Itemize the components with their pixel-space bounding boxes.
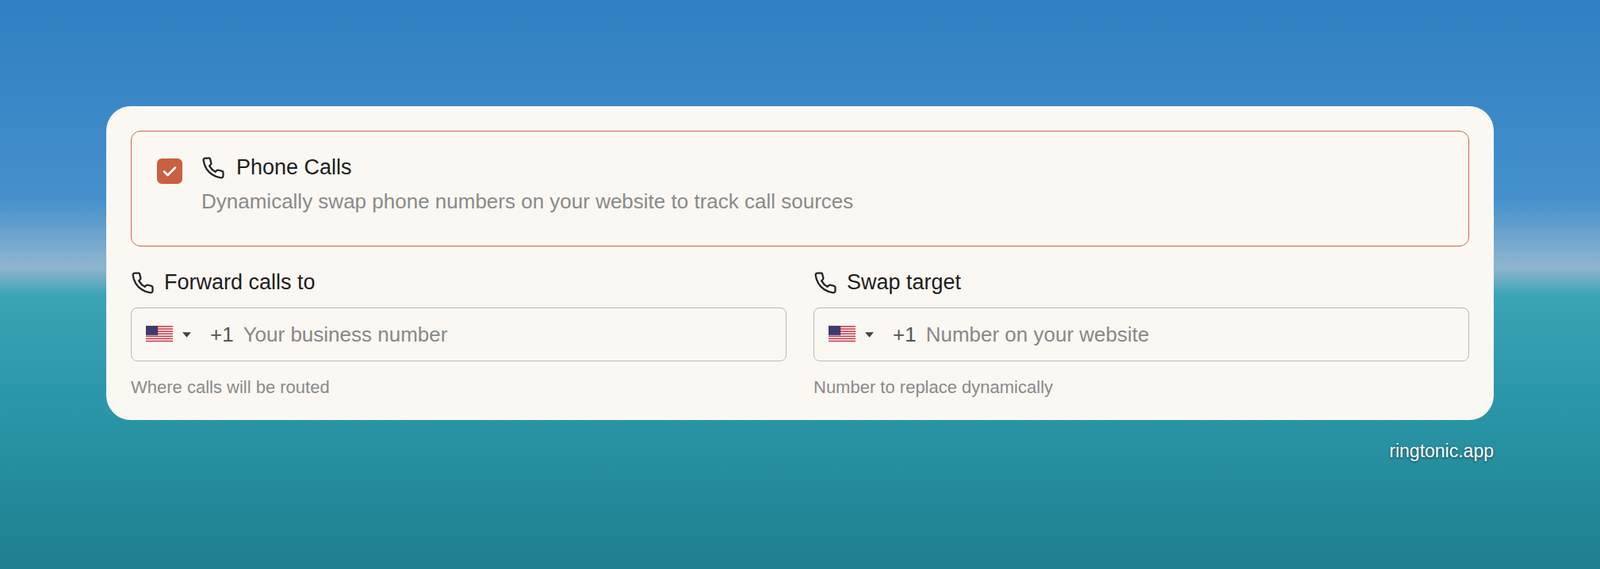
us-flag-icon — [828, 325, 856, 344]
number-input[interactable] — [243, 316, 772, 354]
phone-input[interactable]: +1 — [130, 307, 787, 362]
service-description: Dynamically swap phone numbers on your w… — [201, 189, 854, 215]
field-hint: Number to replace dynamically — [813, 377, 1470, 399]
phone-input[interactable]: +1 — [813, 307, 1470, 362]
field-label: Swap target — [813, 270, 1470, 295]
check-icon — [160, 161, 180, 181]
field-label: Forward calls to — [130, 270, 787, 295]
phone-field: Forward calls to +1 Where calls will be ro… — [130, 270, 787, 399]
phone-icon — [130, 271, 155, 295]
country-select[interactable] — [828, 325, 874, 344]
country-select[interactable] — [145, 325, 192, 344]
service-label: Phone Calls — [236, 155, 353, 180]
phone-icon — [813, 271, 838, 295]
field-hint: Where calls will be routed — [130, 377, 787, 399]
number-input[interactable] — [926, 316, 1455, 354]
country-code: +1 — [892, 322, 917, 348]
us-flag-icon — [145, 325, 173, 344]
service-checkbox[interactable] — [156, 158, 183, 184]
caret-down-icon — [182, 332, 192, 338]
country-code: +1 — [210, 322, 234, 348]
caret-down-icon — [865, 332, 874, 338]
phone-icon — [201, 156, 226, 180]
watermark: ringtonic.app — [1389, 440, 1494, 463]
phone-field: Swap target +1 Number to replace dynamical… — [813, 270, 1470, 399]
service-option[interactable]: Phone Calls Dynamically swap phone number… — [130, 130, 1470, 247]
background-photo: Phone Calls Dynamically swap phone number… — [0, 0, 1600, 569]
settings-card: Phone Calls Dynamically swap phone number… — [106, 106, 1494, 421]
